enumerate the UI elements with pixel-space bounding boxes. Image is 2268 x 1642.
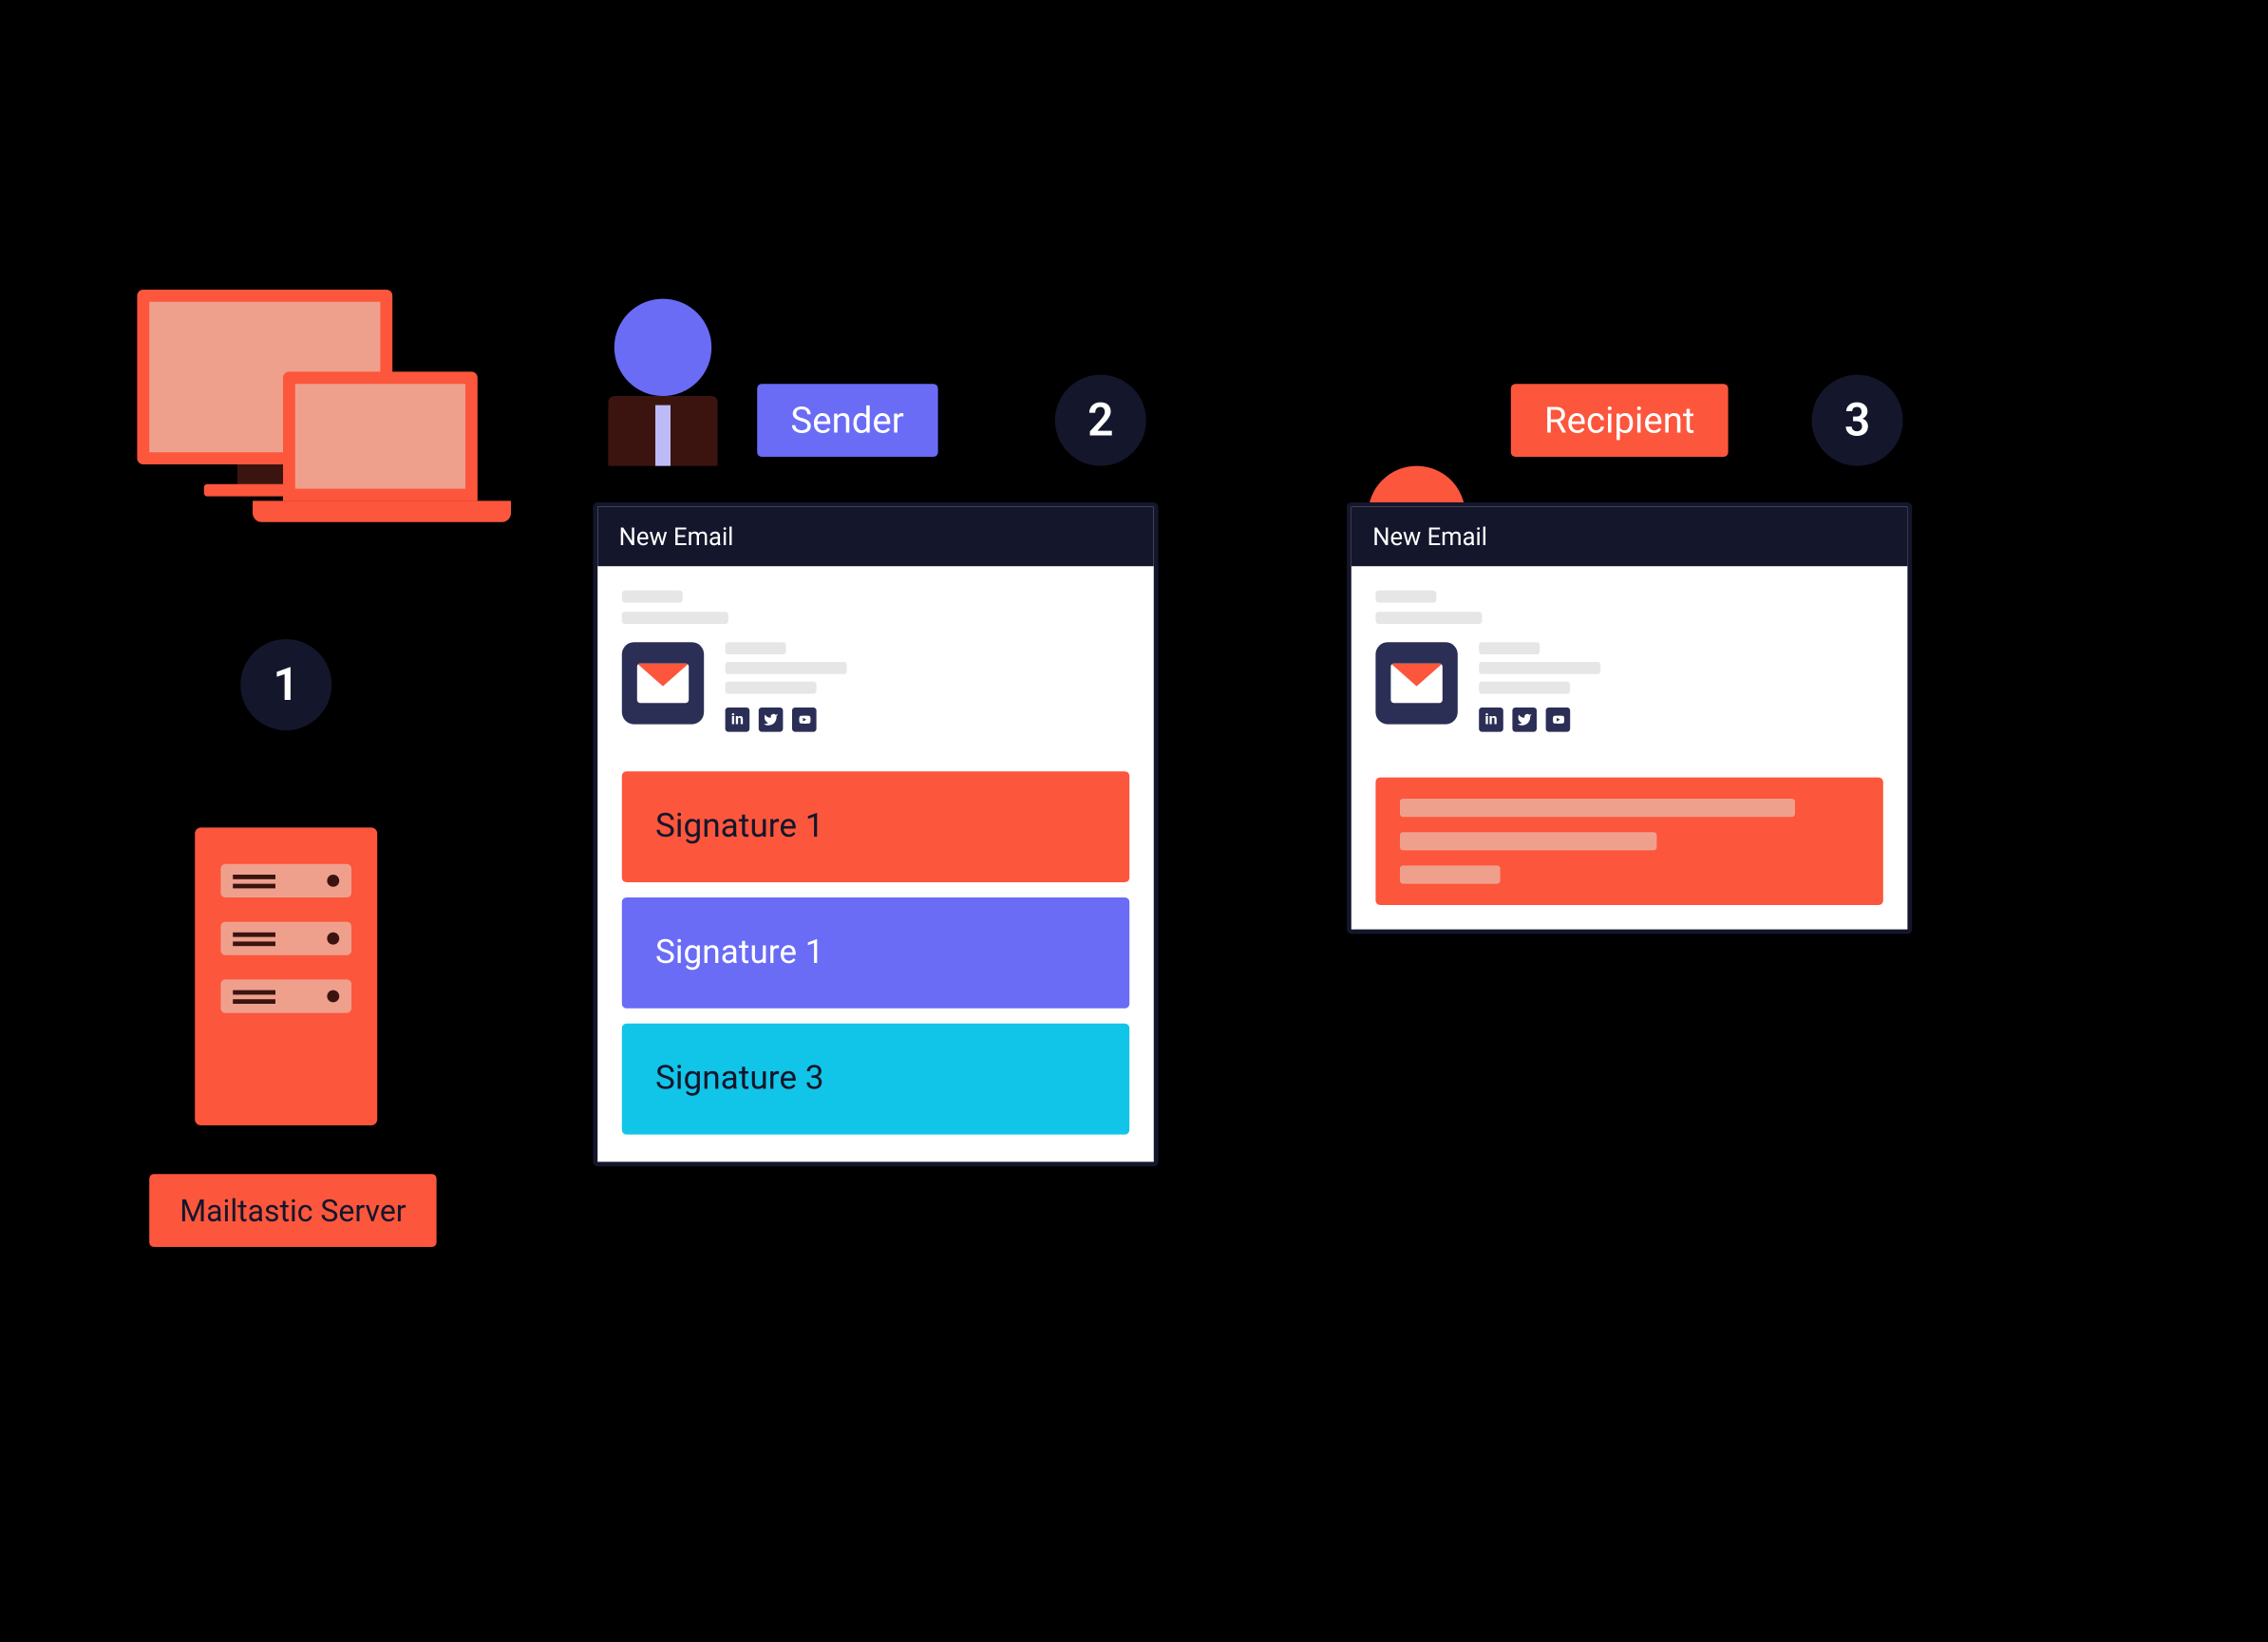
envelope-icon (637, 663, 689, 703)
twitter-icon (1512, 708, 1537, 732)
computers-group (137, 290, 392, 464)
email-header: New Email (1351, 506, 1908, 565)
email-header: New Email (597, 506, 1154, 565)
server-slot (220, 863, 351, 896)
placeholder-line (1375, 590, 1436, 602)
server-slot (220, 921, 351, 954)
linkedin-icon: in (726, 708, 750, 732)
signature-block: in (1375, 642, 1882, 731)
app-icon (622, 642, 704, 724)
step-badge-3: 3 (1812, 374, 1903, 465)
placeholder-line (622, 590, 683, 602)
signature-option-2[interactable]: Signature 1 (622, 897, 1129, 1009)
youtube-icon (1546, 708, 1571, 732)
step-number: 3 (1844, 393, 1870, 446)
step-badge-2: 2 (1055, 374, 1146, 465)
signature-lines: in (1479, 642, 1600, 731)
banner-line (1400, 865, 1501, 883)
envelope-icon (1390, 663, 1442, 703)
recipient-tag-text: Recipient (1544, 399, 1695, 442)
social-icons: in (726, 708, 847, 732)
recipient-tag: Recipient (1511, 384, 1729, 457)
twitter-icon (759, 708, 784, 732)
email-banner (1375, 777, 1882, 904)
youtube-icon (792, 708, 817, 732)
signature-option-label: Signature 1 (655, 934, 824, 972)
sender-tag-text: Sender (790, 399, 903, 442)
banner-line (1400, 832, 1657, 850)
email-title: New Email (619, 521, 734, 550)
step-badge-1: 1 (240, 639, 331, 730)
signature-option-label: Signature 3 (655, 1060, 824, 1098)
step-number: 1 (273, 658, 298, 711)
laptop-base (253, 500, 511, 521)
server-icon (195, 827, 377, 1125)
linkedin-icon: in (1479, 708, 1503, 732)
sender-email-window: New Email in (593, 502, 1158, 1166)
signature-option-1[interactable]: Signature 1 (622, 771, 1129, 882)
server-label: Mailtastic Server (149, 1174, 436, 1247)
sender-tag: Sender (757, 384, 937, 457)
social-icons: in (1479, 708, 1600, 732)
email-body: in (597, 566, 1154, 756)
email-title: New Email (1372, 521, 1487, 550)
server-label-text: Mailtastic Server (180, 1192, 406, 1228)
sender-avatar (599, 298, 727, 465)
signature-block: in (622, 642, 1129, 731)
email-body: in (1351, 566, 1908, 756)
laptop-icon (283, 371, 478, 500)
server-slot (220, 979, 351, 1012)
app-icon (1375, 642, 1457, 724)
recipient-email-window: New Email in (1347, 502, 1912, 934)
signature-lines: in (726, 642, 847, 731)
placeholder-line (1375, 612, 1482, 624)
step-number: 2 (1087, 393, 1113, 446)
signature-option-label: Signature 1 (655, 807, 824, 845)
signature-option-3[interactable]: Signature 3 (622, 1023, 1129, 1134)
placeholder-line (622, 612, 728, 624)
banner-line (1400, 799, 1795, 817)
